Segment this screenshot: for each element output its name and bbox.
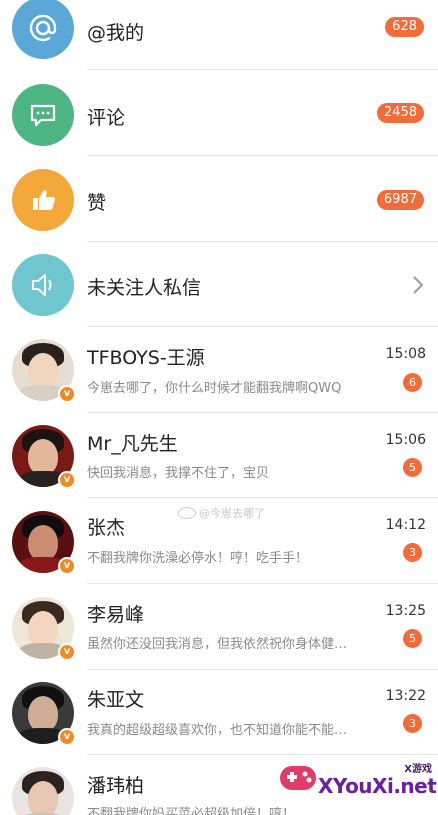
site-logo: X游戏 XYouXi.net: [272, 752, 438, 815]
verified-badge: v: [58, 643, 76, 661]
avatar: v: [12, 597, 76, 661]
mentions-label: @我的: [87, 22, 145, 44]
stranger-messages-label: 未关注人私信: [87, 277, 202, 299]
category-row-mentions[interactable]: @我的 628: [0, 0, 438, 70]
avatar: v: [12, 425, 76, 489]
avatar: v: [12, 511, 76, 575]
contact-name: 李易峰: [87, 604, 145, 626]
category-row-stranger-messages[interactable]: 未关注人私信: [0, 242, 438, 327]
logo-brand: XYouXi.net: [318, 774, 437, 798]
timestamp: 15:06: [385, 432, 426, 448]
contact-name: 张杰: [87, 517, 126, 539]
gamepad-icon: [280, 766, 316, 790]
unread-count-badge: 6: [403, 373, 422, 392]
category-row-comments[interactable]: 评论 2458: [0, 70, 438, 156]
likes-count-badge: 6987: [376, 190, 424, 210]
watermark-text: @今崽去哪了: [199, 507, 265, 520]
conversation-row[interactable]: v 朱亚文 13:22 我真的超级超级喜欢你，也不知道你能不能… 3: [0, 670, 438, 755]
message-preview: 快回我消息，我撑不住了，宝贝: [87, 466, 270, 481]
unread-count-badge: 3: [403, 543, 422, 562]
mentions-count-badge: 628: [385, 17, 424, 37]
avatar: v: [12, 339, 76, 403]
avatar: v: [12, 682, 76, 746]
unread-count-badge: 5: [403, 458, 422, 477]
message-preview: 今崽去哪了，你什么时候才能翻我牌啊QWQ: [87, 381, 342, 396]
contact-name: Mr_凡先生: [87, 433, 178, 455]
timestamp: 15:08: [385, 346, 426, 362]
chevron-right-icon: [413, 276, 424, 294]
likes-label: 赞: [87, 192, 107, 214]
conversation-row[interactable]: v 李易峰 13:25 虽然你还没回我消息，但我依然祝你身体健… 5: [0, 584, 438, 670]
category-row-likes[interactable]: 赞 6987: [0, 156, 438, 242]
timestamp: 13:22: [385, 688, 426, 704]
verified-badge: v: [58, 471, 76, 489]
message-preview: 虽然你还没回我消息，但我依然祝你身体健…: [87, 637, 348, 652]
contact-name: 朱亚文: [87, 689, 145, 711]
comments-count-badge: 2458: [376, 103, 424, 123]
verified-badge: v: [58, 557, 76, 575]
contact-name: 潘玮柏: [87, 775, 145, 797]
speaker-icon: [12, 254, 74, 316]
weibo-watermark: @今崽去哪了: [178, 505, 265, 521]
logo-tag: X游戏: [404, 764, 432, 775]
comments-label: 评论: [87, 107, 126, 129]
conversation-row[interactable]: v TFBOYS-王源 15:08 今崽去哪了，你什么时候才能翻我牌啊QWQ 6: [0, 327, 438, 413]
unread-count-badge: 5: [403, 629, 422, 648]
unread-count-badge: 3: [403, 714, 422, 733]
timestamp: 13:25: [385, 603, 426, 619]
verified-badge: v: [58, 728, 76, 746]
comment-icon: [12, 84, 74, 146]
message-preview: 不翻我牌你洗澡必停水！哼！吃手手！: [87, 551, 309, 566]
message-preview: 我真的超级超级喜欢你，也不知道你能不能…: [87, 723, 348, 738]
contact-name: TFBOYS-王源: [87, 347, 205, 369]
timestamp: 14:12: [385, 517, 426, 533]
weibo-logo-icon: [178, 507, 196, 519]
avatar: [12, 767, 74, 815]
conversation-row[interactable]: v Mr_凡先生 15:06 快回我消息，我撑不住了，宝贝 5: [0, 413, 438, 498]
thumbs-up-icon: [12, 169, 74, 231]
at-icon: [12, 0, 74, 59]
verified-badge: v: [58, 385, 76, 403]
